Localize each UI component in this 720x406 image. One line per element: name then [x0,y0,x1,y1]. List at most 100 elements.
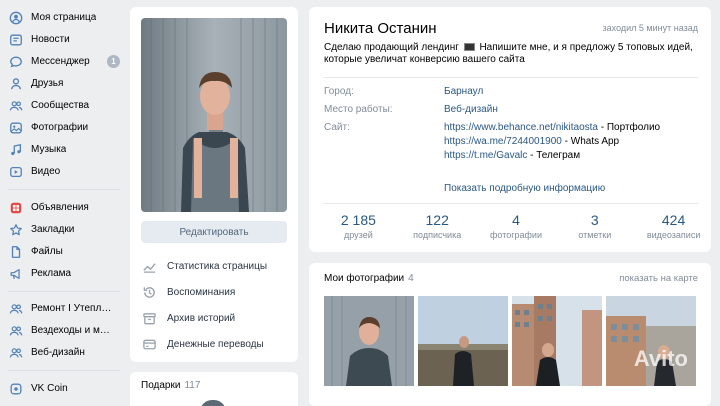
nav-divider [8,370,120,371]
menu-item-archive[interactable]: Архив историй [142,310,235,326]
counter-value: 122 [425,212,449,228]
counter-value: 3 [590,212,599,228]
site-url[interactable]: https://wa.me/7244001900 [444,136,562,147]
nav-label: Видео [31,166,61,177]
nav-item-communities[interactable]: Сообщества [0,95,126,116]
menu-label: Архив историй [167,312,236,324]
nav-label: Веб-дизайн [31,347,85,358]
users-icon [8,345,23,360]
counter-tags[interactable]: 3 отметки [560,212,630,240]
counter-friends[interactable]: 2 185 друзей [323,212,393,240]
site-suffix: - Whats App [561,136,620,147]
counter-label: видеозаписи [646,230,701,240]
music-icon [8,142,23,157]
site-url[interactable]: https://www.behance.net/nikitaosta [444,122,598,133]
show-on-map-link[interactable]: показать на карте [619,273,698,284]
nav-item-music[interactable]: Музыка [0,139,126,160]
counter-videos[interactable]: 424 видеозаписи [639,212,709,240]
gift-thumbnail[interactable] [200,400,226,406]
edit-profile-button[interactable]: Редактировать [141,221,287,243]
site-suffix: - Портфолио [597,122,661,133]
site-link-telegram[interactable]: https://t.me/Gavalc - Телеграм [444,150,580,161]
left-nav: Моя страница Новости Мессенджер 1 Друзья… [0,0,128,406]
menu-item-stats[interactable]: Статистика страницы [142,258,267,274]
city-value[interactable]: Барнаул [444,86,483,97]
profile-photo[interactable] [141,18,287,212]
photo-thumbnail[interactable] [418,296,508,386]
photo-thumbnail[interactable]: Avito [606,296,696,386]
classifieds-icon [8,200,23,215]
nav-label: Объявления [31,202,89,213]
nav-item-my-page[interactable]: Моя страница [0,7,126,28]
nav-label: Музыка [31,144,67,155]
profile-info-card: Никита Останин заходил 5 минут назад Сде… [309,7,711,252]
nav-item-messenger[interactable]: Мессенджер 1 [0,51,126,72]
photos-header[interactable]: Мои фотографии 4 [324,273,414,284]
photo-icon [8,120,23,135]
profile-photo-card: Редактировать Статистика страницы Воспом… [130,7,298,362]
counter-followers[interactable]: 122 подписчика [402,212,472,240]
app-icon [8,381,23,396]
site-link-behance[interactable]: https://www.behance.net/nikitaosta - Пор… [444,122,660,133]
nav-label: Друзья [31,78,64,89]
chat-icon [8,54,23,69]
video-icon [8,164,23,179]
history-icon [143,286,155,298]
users-icon [8,98,23,113]
nav-item-group-webdesign[interactable]: Веб-дизайн [0,342,126,363]
counter-photos[interactable]: 4 фотографии [481,212,551,240]
nav-label: Реклама [31,268,72,279]
photos-title: Мои фотографии [324,273,405,284]
nav-item-ads[interactable]: Реклама [0,263,126,284]
show-details-link[interactable]: Показать подробную информацию [444,183,605,194]
avito-watermark: Avito [633,346,688,371]
nav-item-files[interactable]: Файлы [0,241,126,262]
nav-item-group-offroad[interactable]: Вездеходы и мот... [0,320,126,341]
nav-item-bookmarks[interactable]: Закладки [0,219,126,240]
file-icon [8,244,23,259]
site-link-whatsapp[interactable]: https://wa.me/7244001900 - Whats App [444,136,619,147]
work-label: Место работы: [324,104,393,115]
photos-card: Мои фотографии 4 показать на карте Avito [309,263,711,406]
nav-divider [8,189,120,190]
menu-label: Статистика страницы [167,260,268,272]
counter-label: друзей [344,230,373,240]
card-icon [143,339,156,349]
counter-value: 4 [512,212,520,228]
work-value[interactable]: Веб-дизайн [444,104,498,115]
nav-label: Закладки [31,224,75,235]
nav-label: Файлы [31,246,63,257]
newspaper-icon [8,32,23,47]
gifts-count: 117 [184,380,201,391]
nav-item-vk-coin[interactable]: VK Coin [0,378,126,399]
gifts-title: Подарки [141,380,181,391]
divider [324,77,698,78]
divider [324,203,698,204]
nav-item-news[interactable]: Новости [0,29,126,50]
nav-label: Сообщества [31,100,90,111]
city-label: Город: [324,86,354,97]
counter-label: отметки [578,230,612,240]
gifts-card[interactable]: Подарки 117 [130,372,298,406]
nav-item-group-renovation[interactable]: Ремонт I Утепле... [0,298,126,319]
nav-item-photos[interactable]: Фотографии [0,117,126,138]
site-url[interactable]: https://t.me/Gavalc [444,150,527,161]
unread-badge: 1 [107,55,120,68]
star-icon [8,222,23,237]
nav-item-video[interactable]: Видео [0,161,126,182]
status-text-start: Сделаю продающий лендинг [324,42,459,53]
nav-item-friends[interactable]: Друзья [0,73,126,94]
stats-icon [143,262,156,273]
site-label: Сайт: [324,122,350,133]
users-icon [8,301,23,316]
nav-label: Фотографии [31,122,89,133]
menu-item-memories[interactable]: Воспоминания [142,284,235,300]
photo-thumbnail[interactable] [512,296,602,386]
profile-status[interactable]: Сделаю продающий лендинг Напишите мне, и… [324,42,704,66]
photo-thumbnail[interactable] [324,296,414,386]
nav-item-classifieds[interactable]: Объявления [0,197,126,218]
photos-count: 4 [408,273,414,284]
menu-label: Денежные переводы [167,338,264,350]
users-icon [8,323,23,338]
menu-item-transfers[interactable]: Денежные переводы [142,336,264,352]
